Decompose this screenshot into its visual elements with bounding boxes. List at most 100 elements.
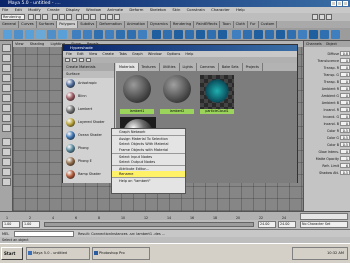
render-globals-icon[interactable] xyxy=(114,14,120,20)
playback-start-field[interactable]: 1.00 xyxy=(22,221,40,228)
range-start-field[interactable]: 1.00 xyxy=(2,221,20,228)
subdivide-icon[interactable] xyxy=(254,30,263,39)
smooth-icon[interactable] xyxy=(105,30,114,39)
merge-vertices-icon[interactable] xyxy=(207,30,216,39)
harden-edge-icon[interactable] xyxy=(309,30,318,39)
shelf-tab-surfaces[interactable]: Surfaces xyxy=(37,21,58,28)
save-scene-icon[interactable] xyxy=(42,14,48,20)
channel-box-toggle-icon[interactable] xyxy=(312,14,318,20)
surface-section-header[interactable]: Surface xyxy=(63,71,114,78)
hs-top-tabs-icon[interactable] xyxy=(72,58,77,62)
taskbar-item-photoshop[interactable]: Photoshop Pro xyxy=(92,247,150,260)
poly-cube-icon[interactable] xyxy=(14,30,23,39)
create-material-item[interactable]: Phong xyxy=(66,143,112,154)
hs-menu-file[interactable]: File xyxy=(66,52,72,56)
channel-value-field[interactable]: 0 xyxy=(340,149,350,154)
close-button[interactable] xyxy=(343,1,348,6)
hs-tab-cameras[interactable]: Cameras xyxy=(197,63,219,71)
viewport-menu-view[interactable]: View xyxy=(15,42,24,46)
hs-tab-bake-sets[interactable]: Bake Sets xyxy=(219,63,243,71)
viewport-menu-shading[interactable]: Shading xyxy=(30,42,45,46)
combine-icon[interactable] xyxy=(72,30,81,39)
menu-create[interactable]: Create xyxy=(47,7,60,12)
start-button[interactable]: Start xyxy=(1,247,23,260)
channel-value-field[interactable]: 1 xyxy=(340,156,350,161)
menu-edit[interactable]: Edit xyxy=(15,7,22,12)
swatch-particlecloud1[interactable] xyxy=(200,75,234,109)
channel-value-field[interactable]: 0 xyxy=(340,100,350,105)
hs-menu-window[interactable]: Window xyxy=(148,52,162,56)
rotate-tool-icon[interactable] xyxy=(2,74,11,82)
menu-deform[interactable]: Deform xyxy=(129,7,143,12)
channel-value-field[interactable]: 0.5 xyxy=(340,128,350,133)
channel-value-field[interactable]: 0 xyxy=(340,65,350,70)
triangulate-icon[interactable] xyxy=(265,30,274,39)
menu-character[interactable]: Character xyxy=(211,7,230,12)
hs-menu-create[interactable]: Create xyxy=(102,52,114,56)
show-manipulator-tool-icon[interactable] xyxy=(2,114,11,122)
menu-set-dropdown[interactable]: Rendering xyxy=(1,14,25,20)
four-pane-layout-icon[interactable] xyxy=(2,148,11,156)
shelf-tab-subdivs[interactable]: Subdivs xyxy=(78,21,98,28)
hs-tab-materials[interactable]: Materials xyxy=(116,63,139,71)
hs-tab-utilities[interactable]: Utilities xyxy=(160,63,180,71)
hs-graph-icon[interactable] xyxy=(86,58,91,62)
maximize-button[interactable] xyxy=(337,1,342,6)
boolean-intersection-icon[interactable] xyxy=(138,30,147,39)
channel-value-field[interactable]: 0 xyxy=(340,79,350,84)
hs-tab-projects[interactable]: Projects xyxy=(243,63,263,71)
hs-menu-view[interactable]: View xyxy=(89,52,97,56)
create-material-item[interactable]: Layered Shader xyxy=(66,117,112,128)
menu-animate[interactable]: Animate xyxy=(107,7,123,12)
channel-value-field[interactable]: 0 xyxy=(340,121,350,126)
split-polygon-icon[interactable] xyxy=(196,30,205,39)
cut-faces-icon[interactable] xyxy=(243,30,252,39)
extrude-edge-icon[interactable] xyxy=(174,30,183,39)
select-component-icon[interactable] xyxy=(66,14,72,20)
scale-tool-icon[interactable] xyxy=(2,84,11,92)
snap-grid-icon[interactable] xyxy=(76,14,82,20)
channel-value-field[interactable]: 0 xyxy=(340,58,350,63)
menu-constrain[interactable]: Constrain xyxy=(187,7,205,12)
menu-window[interactable]: Window xyxy=(86,7,101,12)
shelf-tab-rendering[interactable]: Rendering xyxy=(171,21,195,28)
separate-icon[interactable] xyxy=(83,30,92,39)
shelf-tab-polygons[interactable]: Polygons xyxy=(57,21,79,28)
soft-modification-tool-icon[interactable] xyxy=(2,104,11,112)
ctx-help[interactable]: Help on "lambert" xyxy=(112,177,185,183)
swatch-lambert2[interactable] xyxy=(160,75,194,109)
menu-file[interactable]: File xyxy=(2,7,8,12)
collapse-icon[interactable] xyxy=(218,30,227,39)
manipulator-tool-icon[interactable] xyxy=(2,94,11,102)
soften-edge-icon[interactable] xyxy=(298,30,307,39)
channel-value-field[interactable]: 0 xyxy=(340,107,350,112)
poly-cylinder-icon[interactable] xyxy=(25,30,34,39)
hs-bottom-tabs-icon[interactable] xyxy=(79,58,84,62)
persp-outliner-layout-icon[interactable] xyxy=(2,158,11,166)
reverse-normals-icon[interactable] xyxy=(287,30,296,39)
shelf-tab-painteffects[interactable]: PaintEffects xyxy=(194,21,221,28)
boolean-difference-icon[interactable] xyxy=(127,30,136,39)
persp-graph-layout-icon[interactable] xyxy=(2,168,11,176)
channel-value-field[interactable]: 0.8 xyxy=(340,51,350,56)
channel-box-tab-object[interactable]: Object xyxy=(326,42,337,46)
shelf-tab-animation[interactable]: Animation xyxy=(125,21,149,28)
playback-end-field[interactable]: 24.00 xyxy=(258,221,276,228)
channel-value-field[interactable]: 0 xyxy=(340,86,350,91)
poly-cone-icon[interactable] xyxy=(36,30,45,39)
ipr-render-icon[interactable] xyxy=(107,14,113,20)
playback-controls[interactable] xyxy=(300,213,348,220)
hs-menu-tabs[interactable]: Tabs xyxy=(119,52,127,56)
time-slider[interactable]: 1 2 4 6 8 10 12 14 16 18 20 22 24 xyxy=(0,211,350,220)
attribute-editor-toggle-icon[interactable] xyxy=(319,14,325,20)
channel-value-field[interactable]: 0 xyxy=(340,114,350,119)
hs-menu-help[interactable]: Help xyxy=(185,52,193,56)
create-materials-header[interactable]: Create Materials xyxy=(63,63,114,71)
lasso-tool-icon[interactable] xyxy=(2,54,11,62)
hs-create-bar-toggle-icon[interactable] xyxy=(65,58,70,62)
range-slider-bar[interactable] xyxy=(44,222,254,227)
shelf-tab-cloth[interactable]: Cloth xyxy=(234,21,249,28)
new-scene-icon[interactable] xyxy=(28,14,34,20)
extract-icon[interactable] xyxy=(94,30,103,39)
tool-settings-toggle-icon[interactable] xyxy=(326,14,332,20)
